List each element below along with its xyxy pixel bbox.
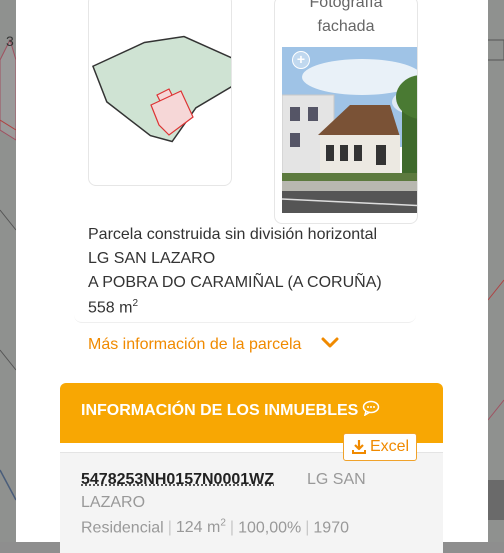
facade-photo-card[interactable]: Fotografía fachada + xyxy=(274,0,418,224)
map-label-number: 3 xyxy=(6,33,14,49)
property-area: 124 m2 xyxy=(176,519,226,536)
property-use: Residencial xyxy=(81,519,164,536)
parcel-info-card: Parcela construida sin división horizont… xyxy=(74,222,416,323)
parcel-address: LG SAN LAZARO xyxy=(88,250,215,268)
parcel-type: Parcela construida sin división horizont… xyxy=(88,226,377,244)
property-location-cont: LAZARO xyxy=(81,494,145,512)
parcel-plan-drawing xyxy=(89,0,231,185)
property-list-item[interactable]: 5478253NH0157N0001WZ LG SAN LAZARO Resid… xyxy=(60,452,443,553)
chevron-down-icon xyxy=(321,336,339,354)
facade-photo[interactable]: + xyxy=(282,47,418,213)
zoom-in-icon[interactable]: + xyxy=(292,51,310,69)
property-year: 1970 xyxy=(313,519,349,536)
buildings-info-title: INFORMACIÓN DE LOS INMUEBLES xyxy=(81,402,358,420)
parcel-municipality: A POBRA DO CARAMIÑAL (A CORUÑA) xyxy=(88,274,382,292)
download-icon xyxy=(351,439,367,455)
parcel-area: 558 m2 xyxy=(88,298,138,317)
cadastral-reference-link[interactable]: 5478253NH0157N0001WZ xyxy=(81,471,274,489)
excel-label: Excel xyxy=(370,438,409,456)
more-info-label: Más información de la parcela xyxy=(88,336,301,354)
parcel-plan-card xyxy=(88,0,232,186)
chat-bubble-icon xyxy=(362,400,380,421)
property-share: 100,00% xyxy=(238,519,301,536)
property-details: Residencial | 124 m2 | 100,00% | 1970 xyxy=(81,518,349,537)
property-location: LG SAN xyxy=(307,471,366,489)
excel-download-button[interactable]: Excel xyxy=(343,433,417,461)
photo-title: Fotografía fachada xyxy=(275,0,417,39)
more-parcel-info-link[interactable]: Más información de la parcela xyxy=(88,336,339,354)
